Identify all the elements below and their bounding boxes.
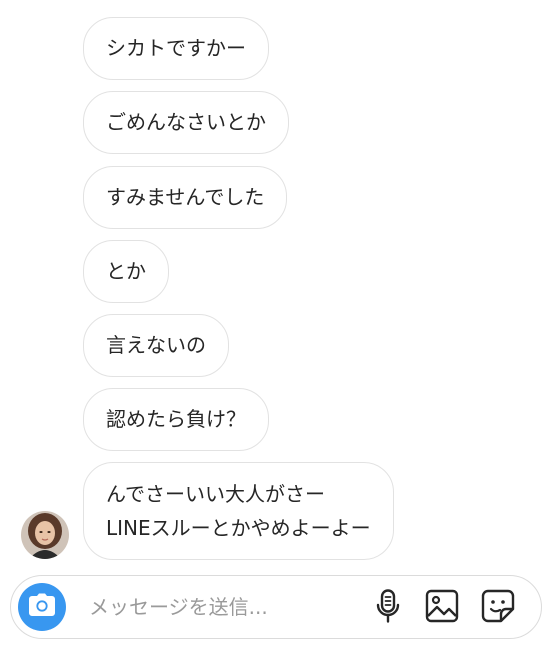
gallery-icon <box>425 589 459 627</box>
message-text-line: LINEスルーとかやめよーよー <box>106 516 371 540</box>
avatar-photo <box>21 511 69 559</box>
microphone-icon <box>376 589 400 627</box>
sticker-icon <box>481 589 515 627</box>
message-bubble[interactable]: ごめんなさいとか <box>83 91 289 154</box>
message-bubble[interactable]: 言えないの <box>83 314 229 377</box>
message-composer <box>10 575 542 639</box>
message-bubble[interactable]: 認めたら負け？ <box>83 388 269 451</box>
microphone-button[interactable] <box>371 589 405 627</box>
message-bubble-multiline[interactable]: んでさーいい大人がさー LINEスルーとかやめよーよー <box>83 462 394 560</box>
message-text: すみませんでした <box>106 185 265 209</box>
message-text-line: んでさーいい大人がさー <box>106 482 325 506</box>
message-bubble[interactable]: とか <box>83 240 169 303</box>
message-text: シカトですかー <box>106 36 246 60</box>
camera-button[interactable] <box>18 583 66 631</box>
message-input[interactable] <box>89 591 359 623</box>
camera-icon <box>28 593 56 621</box>
message-thread: シカトですかー ごめんなさいとか すみませんでした とか 言えないの 認めたら負… <box>0 0 554 572</box>
message-bubble[interactable]: すみませんでした <box>83 166 288 229</box>
message-text: ごめんなさいとか <box>106 110 266 134</box>
message-bubble[interactable]: シカトですかー <box>83 17 269 80</box>
message-text: とか <box>106 259 146 283</box>
message-text: 言えないの <box>106 333 206 357</box>
gallery-button[interactable] <box>425 589 459 627</box>
avatar[interactable] <box>21 511 69 559</box>
message-text: 認めたら負け？ <box>106 407 246 431</box>
sticker-button[interactable] <box>481 589 515 627</box>
